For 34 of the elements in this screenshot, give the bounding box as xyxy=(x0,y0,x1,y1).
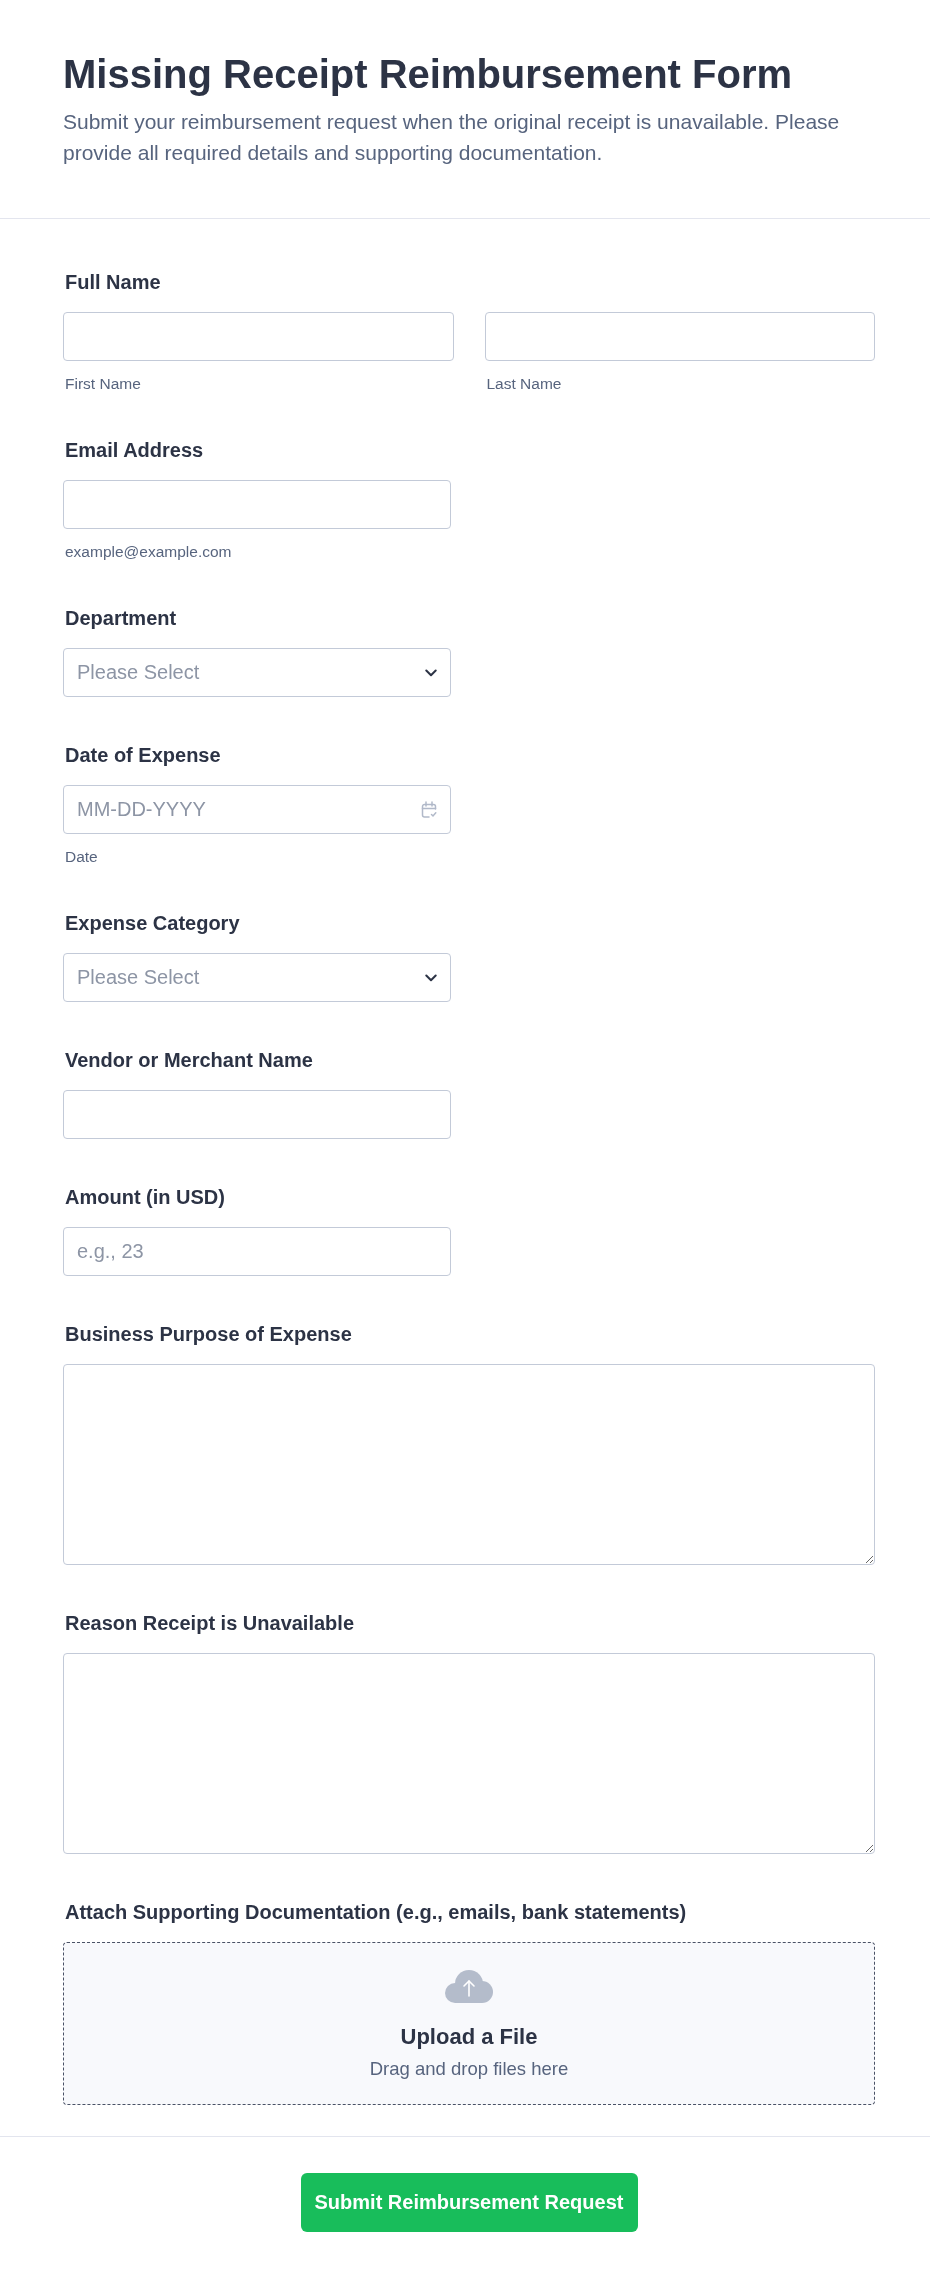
chevron-down-icon xyxy=(425,973,437,982)
text-area-field[interactable] xyxy=(63,1653,875,1854)
file-drop-zone[interactable]: Upload a File Drag and drop files here xyxy=(63,1942,875,2105)
field-sublabel: example@example.com xyxy=(65,544,233,560)
drop-hint: Drag and drop files here xyxy=(369,2058,569,2080)
field-label: Business Purpose of Expense xyxy=(65,1324,353,1344)
field-sublabel: First Name xyxy=(65,376,142,392)
calendar-icon[interactable] xyxy=(421,801,437,818)
field-label: Full Name xyxy=(65,272,162,292)
input-field[interactable] xyxy=(63,480,451,529)
field-sublabel: Last Name xyxy=(486,376,563,392)
submit-button[interactable]: Submit Reimbursement Request xyxy=(300,2173,638,2232)
date-field[interactable]: MM-DD-YYYY xyxy=(63,785,451,834)
dropdown-field[interactable]: Please Select xyxy=(63,648,451,697)
form-description: Submit your reimbursement request when the original receipt is unavailable. Please provide all required details and supporting documentation. xyxy=(63,109,841,166)
field-label: Expense Category xyxy=(65,913,241,933)
form-title: Missing Receipt Reimbursement Form xyxy=(63,51,794,98)
field-label: Amount (in USD) xyxy=(65,1187,226,1207)
cloud-upload-icon xyxy=(445,1970,493,2003)
field-label: Vendor or Merchant Name xyxy=(65,1050,314,1070)
dropdown-field[interactable]: Please Select xyxy=(63,953,451,1002)
field-label: Department xyxy=(65,608,178,628)
input-field[interactable] xyxy=(63,1090,451,1139)
input-field[interactable]: e.g., 23 xyxy=(63,1227,451,1276)
field-label: Email Address xyxy=(65,440,205,460)
field-sublabel: Date xyxy=(65,849,99,865)
input-field[interactable] xyxy=(484,312,875,361)
text-area-field[interactable] xyxy=(63,1364,875,1565)
field-label: Date of Expense xyxy=(65,745,222,765)
chevron-down-icon xyxy=(425,668,437,677)
upload-title: Upload a File xyxy=(400,2024,538,2050)
field-label: Attach Supporting Documentation (e.g., emails, bank statements) xyxy=(65,1902,688,1922)
input-field[interactable] xyxy=(63,312,454,361)
field-label: Reason Receipt is Unavailable xyxy=(65,1613,355,1633)
